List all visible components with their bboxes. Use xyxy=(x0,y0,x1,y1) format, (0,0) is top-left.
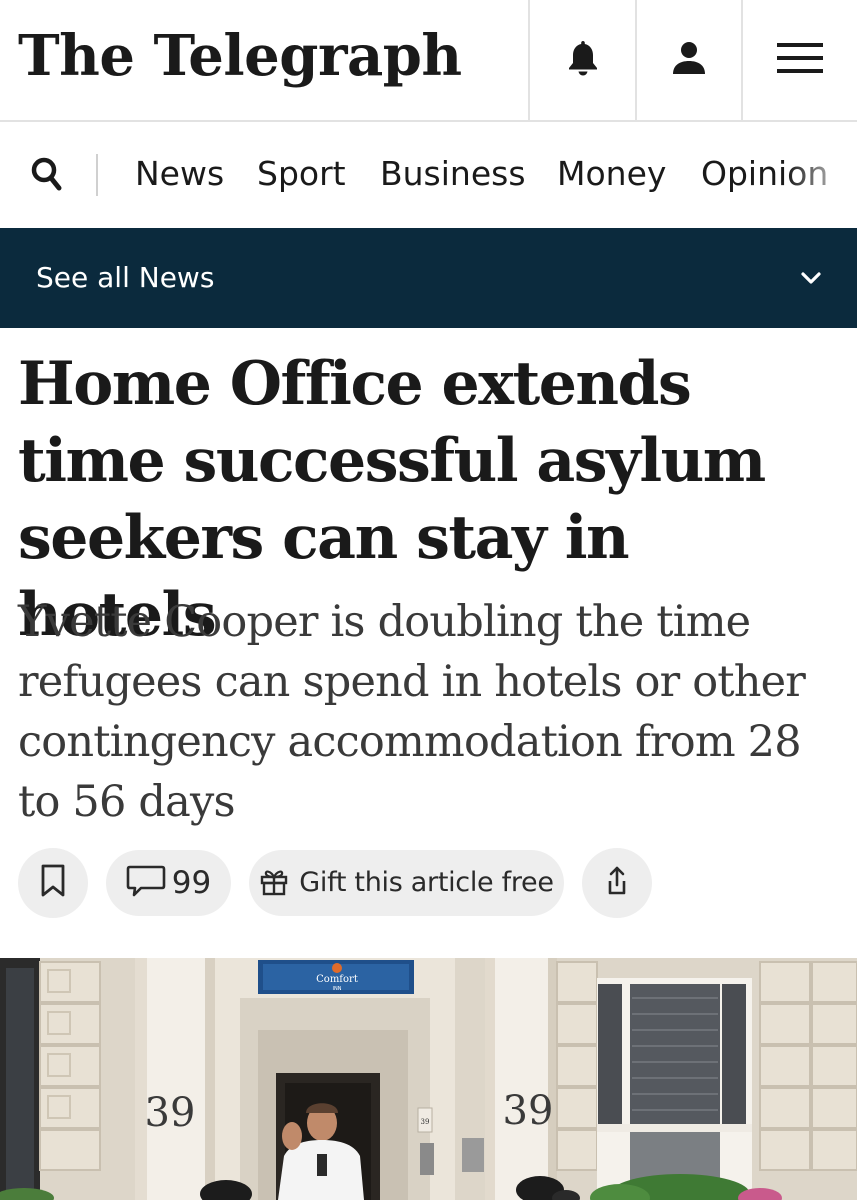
comment-icon xyxy=(126,864,166,903)
nav-item-money[interactable]: Money xyxy=(557,152,666,196)
column-number-right: 39 xyxy=(503,1088,554,1134)
hotel-sign-subtext: INN xyxy=(333,986,342,992)
bell-icon xyxy=(566,39,600,82)
nav-item-business[interactable]: Business xyxy=(380,152,526,196)
notifications-button[interactable] xyxy=(528,0,635,120)
section-dropdown-label: See all News xyxy=(36,261,215,294)
main-nav: News Sport Business Money Opinion xyxy=(0,122,857,228)
menu-icon xyxy=(777,42,823,79)
account-button[interactable] xyxy=(635,0,741,120)
door-plaque-number: 39 xyxy=(421,1118,430,1126)
section-dropdown[interactable]: See all News xyxy=(0,228,857,328)
column-number-left: 39 xyxy=(145,1090,196,1136)
share-icon xyxy=(601,865,633,902)
hotel-sign-text: Comfort xyxy=(316,974,358,985)
user-icon xyxy=(671,40,707,81)
telegraph-logo[interactable]: The Telegraph xyxy=(18,16,462,96)
nav-divider xyxy=(96,154,98,196)
bookmark-button[interactable] xyxy=(18,848,88,918)
article-standfirst: Yvette Cooper is doubling the time refug… xyxy=(18,597,806,827)
chevron-down-icon xyxy=(797,264,825,292)
nav-item-news[interactable]: News xyxy=(135,152,224,196)
nav-item-sport[interactable]: Sport xyxy=(257,152,346,196)
share-button[interactable] xyxy=(582,848,652,918)
gift-article-button[interactable]: Gift this article free xyxy=(249,850,564,916)
search-icon[interactable] xyxy=(30,155,66,195)
menu-button[interactable] xyxy=(741,0,857,120)
gift-icon xyxy=(259,866,289,901)
nav-overflow-fade xyxy=(787,122,857,228)
article-hero-image[interactable]: Comfort INN 39 39 39 xyxy=(0,958,857,1200)
gift-article-label: Gift this article free xyxy=(299,867,554,898)
comments-count: 99 xyxy=(171,865,212,901)
bookmark-icon xyxy=(40,864,66,903)
masthead: The Telegraph xyxy=(0,0,857,122)
comments-button[interactable]: 99 xyxy=(106,850,231,916)
